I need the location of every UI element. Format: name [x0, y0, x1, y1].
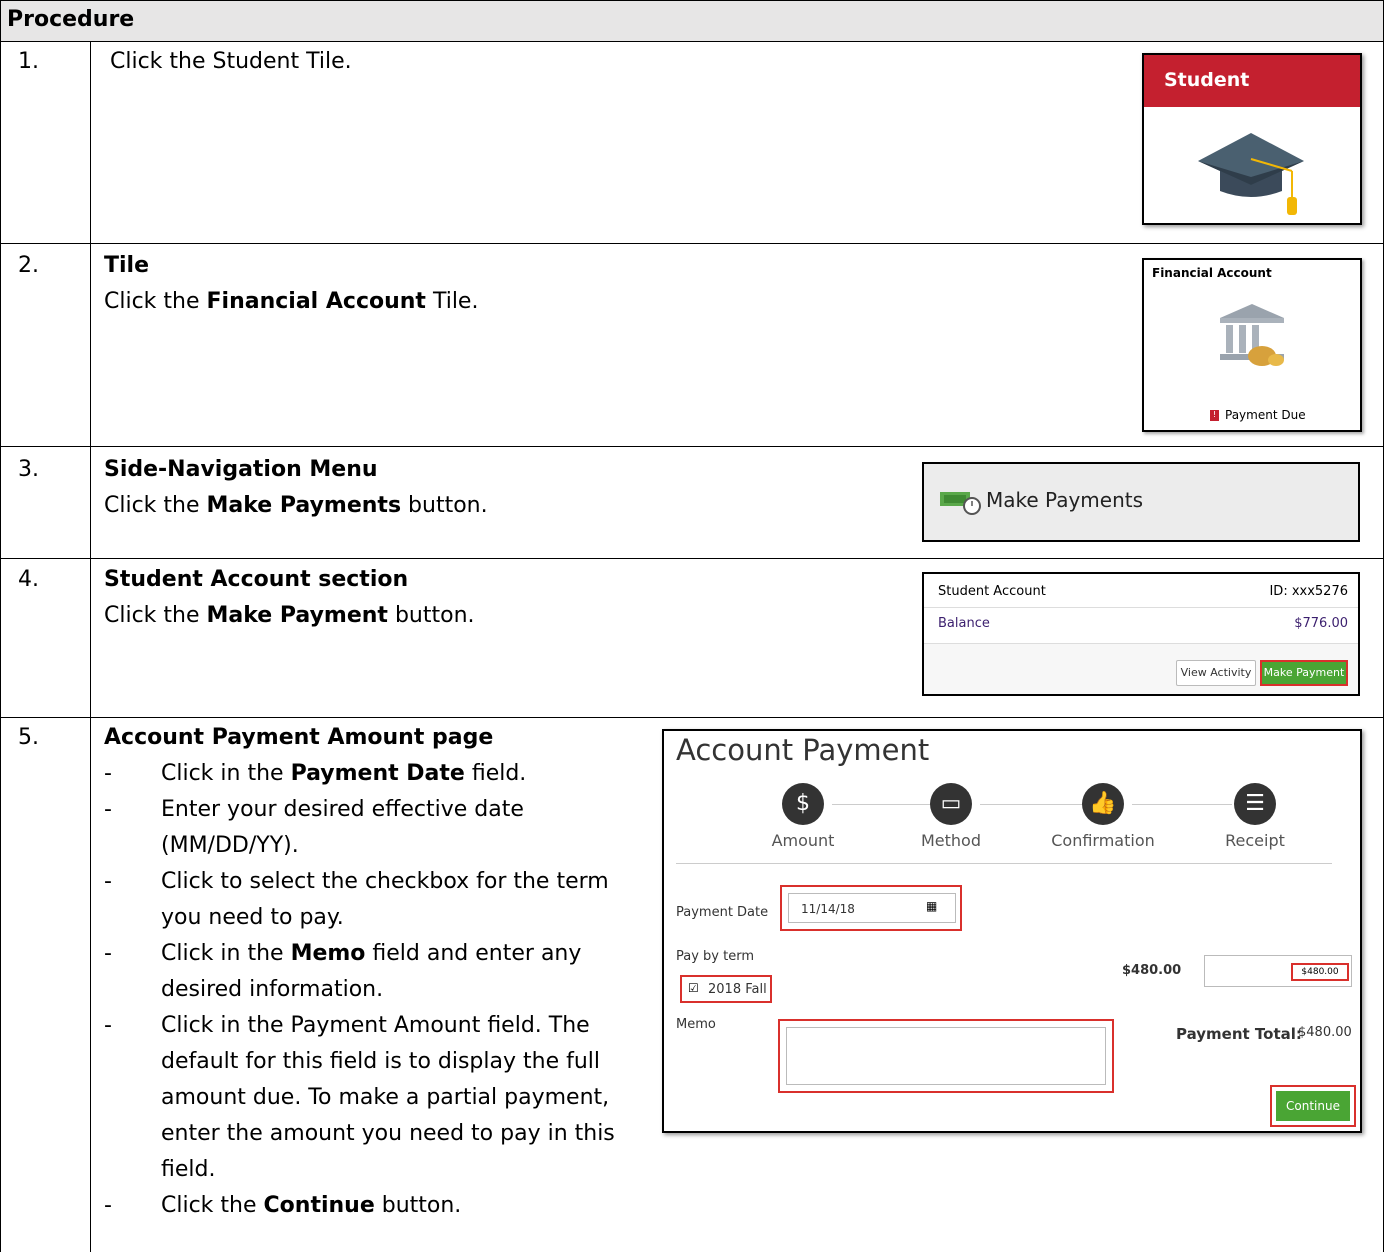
step-confirmation-label: Confirmation: [1051, 831, 1155, 850]
step-amount-label: Amount: [771, 831, 835, 850]
procedure-header: Procedure: [0, 0, 1384, 42]
memo-label: Memo: [676, 1017, 716, 1032]
student-tile-title: Student: [1144, 55, 1360, 107]
make-payments-label: Make Payments: [986, 488, 1144, 512]
payment-total-value: $480.00: [1298, 1025, 1352, 1040]
continue-highlight: Continue: [1270, 1085, 1356, 1127]
payment-amount-field[interactable]: $480.00: [1204, 955, 1352, 987]
list-item: Click in the Memo field and enter any de…: [104, 936, 644, 1008]
payment-date-label: Payment Date: [676, 905, 769, 920]
list-item: Click in the Payment Amount field. The d…: [104, 1008, 644, 1188]
account-payment-panel: Account Payment $ ▭ 👍 ☰ Amount Method Co…: [662, 729, 1362, 1133]
table-border-mid: [90, 42, 91, 1252]
step-connector: [832, 804, 932, 805]
step-4-heading: Student Account section: [104, 567, 409, 592]
row-divider: [0, 558, 1384, 559]
bank-icon: [1220, 304, 1284, 366]
term-amount: $480.00: [1122, 963, 1182, 978]
step-number: 5.: [18, 725, 39, 750]
list-item: Click in the Payment Date field.: [104, 756, 644, 792]
pay-by-term-label: Pay by term: [676, 949, 754, 964]
financial-tile-title: Financial Account: [1152, 266, 1272, 280]
graduation-cap-icon: [1198, 133, 1304, 215]
step-number: 2.: [18, 253, 39, 278]
list-icon: ☰: [1234, 783, 1276, 825]
step-5-heading: Account Payment Amount page: [104, 725, 494, 750]
alert-icon: !: [1210, 410, 1219, 421]
view-activity-button[interactable]: View Activity: [1176, 660, 1256, 686]
payment-due-status: ! Payment Due: [1210, 408, 1306, 422]
step-3-heading: Side-Navigation Menu: [104, 457, 378, 482]
list-item: Click the Continue button.: [104, 1188, 644, 1224]
step-connector: [1132, 804, 1232, 805]
make-payment-button[interactable]: Make Payment: [1260, 660, 1348, 686]
row-divider: [0, 446, 1384, 447]
term-checkbox-highlight: ☑ 2018 Fall: [680, 975, 772, 1003]
student-account-panel: Student Account ID: xxx5276 Balance $776…: [922, 572, 1360, 696]
credit-card-icon: ▭: [930, 783, 972, 825]
student-tile[interactable]: Student: [1142, 53, 1362, 225]
step-method-label: Method: [920, 831, 981, 850]
payment-date-highlight: 11/14/18 ▦: [780, 885, 962, 931]
balance-label: Balance: [938, 616, 990, 631]
row-divider: [0, 717, 1384, 718]
step-connector: [980, 804, 1084, 805]
payment-amount-input[interactable]: $480.00: [1291, 963, 1349, 981]
financial-account-tile[interactable]: Financial Account ! Payment Due: [1142, 258, 1362, 432]
money-icon: [940, 492, 981, 515]
checkbox-icon[interactable]: ☑: [688, 981, 699, 995]
student-account-header: Student Account ID: xxx5276: [924, 574, 1358, 608]
row-divider: [0, 243, 1384, 244]
divider: [676, 863, 1332, 864]
continue-button[interactable]: Continue: [1276, 1091, 1350, 1121]
list-item: Enter your desired effective date (MM/DD…: [104, 792, 644, 864]
balance-row: Balance $776.00: [924, 608, 1358, 644]
step-receipt-label: Receipt: [1225, 831, 1285, 850]
step-4-text: Click the Make Payment button.: [104, 603, 475, 628]
step-1-text: Click the Student Tile.: [110, 49, 352, 74]
dollar-icon: $: [782, 783, 824, 825]
account-payment-title: Account Payment: [676, 733, 930, 767]
step-2-heading: Tile: [104, 253, 150, 278]
step-number: 1.: [18, 49, 39, 74]
student-account-footer: View Activity Make Payment: [924, 644, 1358, 694]
payment-total-label: Payment Total:: [1176, 1025, 1302, 1043]
step-3-text: Click the Make Payments button.: [104, 493, 488, 518]
step-5-instructions: Click in the Payment Date field. Enter y…: [104, 756, 644, 1224]
memo-textarea[interactable]: [786, 1027, 1106, 1085]
step-number: 4.: [18, 567, 39, 592]
term-label: 2018 Fall: [708, 982, 767, 997]
table-border-left: [0, 0, 1, 1252]
make-payments-nav-item[interactable]: Make Payments: [922, 462, 1360, 542]
account-id: ID: xxx5276: [1269, 584, 1348, 599]
step-number: 3.: [18, 457, 39, 482]
memo-highlight: [778, 1019, 1114, 1093]
thumbs-up-icon: 👍: [1082, 783, 1124, 825]
step-2-text: Click the Financial Account Tile.: [104, 289, 479, 314]
list-item: Click to select the checkbox for the ter…: [104, 864, 644, 936]
student-account-title: Student Account: [938, 584, 1046, 599]
calendar-icon[interactable]: ▦: [926, 899, 937, 913]
balance-value: $776.00: [1294, 616, 1348, 631]
procedure-title: Procedure: [7, 7, 135, 32]
